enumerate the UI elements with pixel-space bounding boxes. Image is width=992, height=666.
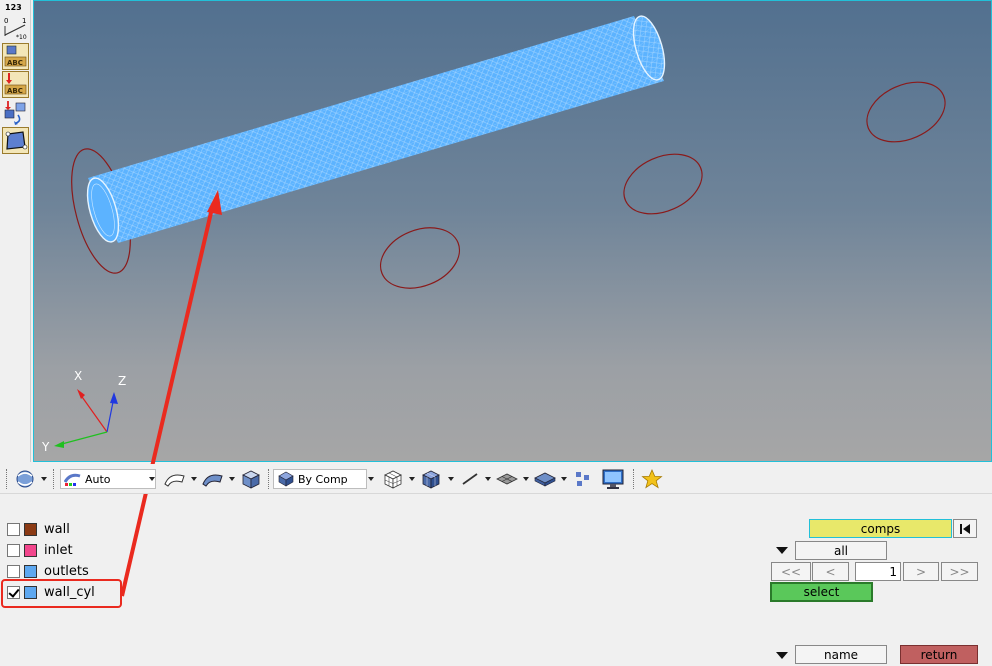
wireframe-mesh-icon[interactable] — [381, 468, 405, 490]
axis-label-x: X — [74, 369, 83, 383]
line-element-dropdown[interactable] — [485, 477, 491, 481]
rotate-view-dropdown[interactable] — [41, 477, 47, 481]
label-abc-down-icon[interactable]: ABC — [2, 71, 29, 98]
connectors-icon[interactable] — [572, 468, 594, 490]
component-checkbox[interactable] — [7, 564, 20, 578]
page-next-button[interactable]: > — [903, 562, 939, 581]
color-by-dropdown[interactable] — [368, 477, 374, 481]
3d-element-dropdown[interactable] — [561, 477, 567, 481]
color-by-value: By Comp — [298, 472, 348, 486]
component-color-swatch — [24, 564, 37, 578]
ruler-icon[interactable]: 0 1 *10 — [2, 14, 29, 40]
return-button[interactable]: return — [900, 645, 978, 664]
component-name: wall — [44, 521, 70, 537]
axis-label-y: Y — [42, 440, 50, 454]
app-window: 123 0 1 *10 ABC ABC X Z Y Auto By Comp w… — [0, 0, 992, 666]
component-color-swatch — [24, 585, 37, 599]
color-by-select[interactable]: By Comp — [273, 469, 367, 489]
display-mode-dropdown[interactable] — [149, 477, 155, 481]
display-mode-select[interactable]: Auto — [60, 469, 156, 489]
outlet-ring[interactable] — [371, 217, 468, 300]
page-number-field[interactable]: 1 — [855, 562, 901, 581]
favorites-star-icon[interactable] — [640, 468, 664, 490]
display-mode-icon — [64, 473, 81, 486]
axis-triad — [54, 389, 118, 448]
select-box-icon[interactable] — [2, 127, 29, 154]
component-row-inlet[interactable]: inlet — [7, 541, 73, 559]
skip-back-icon — [960, 523, 970, 534]
label-abc-icon[interactable]: ABC — [2, 43, 29, 70]
geometry-shaded-dropdown[interactable] — [191, 477, 197, 481]
geometry-shaded-icon[interactable] — [162, 468, 188, 490]
toolbar-separator — [268, 469, 269, 489]
sort-name-button[interactable]: name — [795, 645, 887, 664]
wall-cyl-mesh[interactable] — [81, 13, 670, 246]
sort-dropdown-arrow[interactable] — [770, 646, 794, 665]
surface-shaded-icon[interactable] — [200, 468, 226, 490]
page-last-button[interactable]: >> — [941, 562, 978, 581]
component-row-wall[interactable]: wall — [7, 520, 70, 538]
page-prev-button[interactable]: < — [812, 562, 849, 581]
component-color-swatch — [24, 543, 37, 557]
component-row-outlets[interactable]: outlets — [7, 562, 89, 580]
component-row-wall-cyl[interactable]: wall_cyl — [7, 583, 95, 601]
outlet-ring[interactable] — [615, 143, 712, 226]
2d-element-dropdown[interactable] — [523, 477, 529, 481]
component-color-swatch — [24, 522, 37, 536]
svg-text:1: 1 — [22, 17, 26, 25]
component-checkbox[interactable] — [7, 585, 20, 599]
component-name: wall_cyl — [44, 584, 95, 600]
axis-label-z: Z — [118, 374, 127, 388]
component-name: inlet — [44, 542, 73, 558]
graphics-viewport[interactable]: X Z Y — [33, 0, 992, 462]
svg-text:ABC: ABC — [7, 87, 23, 95]
component-checkbox[interactable] — [7, 522, 20, 536]
toolbar-grip — [6, 469, 7, 489]
surface-shaded-dropdown[interactable] — [229, 477, 235, 481]
reset-first-button[interactable] — [953, 519, 977, 538]
display-mode-value: Auto — [85, 472, 111, 486]
rotate-view-icon[interactable] — [13, 468, 37, 490]
toolbar-separator — [53, 469, 54, 489]
2d-element-icon[interactable] — [495, 468, 519, 490]
filter-all-button[interactable]: all — [795, 541, 887, 560]
transfer-icon[interactable] — [2, 99, 29, 126]
visualization-toolbar: Auto By Comp — [0, 464, 992, 494]
svg-text:0: 0 — [4, 17, 8, 25]
wireframe-mesh-dropdown[interactable] — [409, 477, 415, 481]
filter-dropdown-arrow[interactable] — [770, 541, 794, 560]
3d-element-icon[interactable] — [533, 468, 557, 490]
toolbar-separator — [633, 469, 634, 489]
color-by-icon — [278, 471, 294, 487]
left-toolbar: 123 0 1 *10 ABC ABC — [0, 0, 31, 462]
entity-type-button[interactable]: comps — [809, 519, 952, 538]
select-button[interactable]: select — [770, 582, 873, 602]
shaded-mesh-dropdown[interactable] — [448, 477, 454, 481]
svg-text:*10: *10 — [16, 34, 27, 40]
component-checkbox[interactable] — [7, 543, 20, 557]
component-name: outlets — [44, 563, 89, 579]
svg-text:ABC: ABC — [7, 59, 23, 67]
monitor-icon[interactable] — [600, 468, 626, 490]
shaded-mesh-icon[interactable] — [419, 468, 443, 490]
solid-box-icon[interactable] — [239, 468, 263, 490]
numbering-label: 123 — [5, 3, 22, 12]
outlet-ring[interactable] — [858, 71, 955, 154]
page-first-button[interactable]: << — [771, 562, 811, 581]
line-element-icon[interactable] — [459, 468, 481, 490]
